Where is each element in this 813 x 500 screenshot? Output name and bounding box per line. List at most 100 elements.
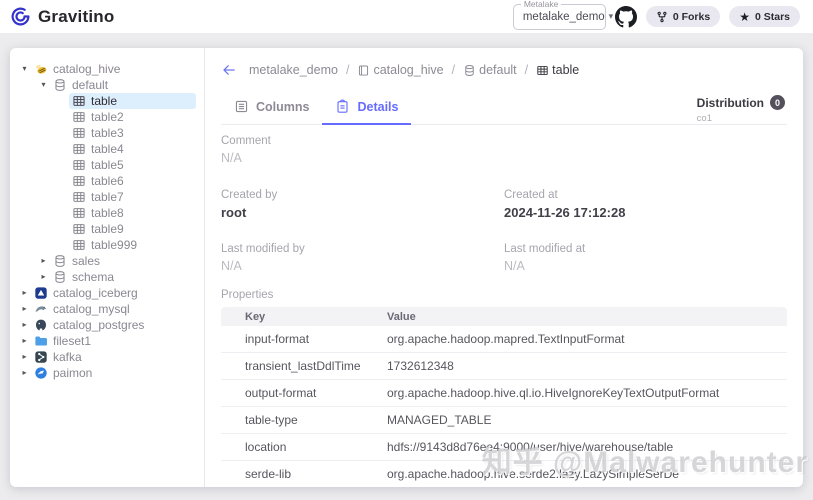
breadcrumb-label: table: [552, 63, 580, 77]
tree-item-catalog_mysql[interactable]: ▸ catalog_mysql: [10, 301, 204, 317]
breadcrumb: metalake_demo / catalog_hive / default / table: [221, 60, 787, 80]
tree-item-body: kafka: [31, 349, 88, 365]
breadcrumb-item-table[interactable]: table: [536, 63, 579, 77]
property-key: location: [245, 440, 287, 454]
tree-item-catalog_iceberg[interactable]: ▸ catalog_iceberg: [10, 285, 204, 301]
tree-item-table3[interactable]: table3: [10, 125, 204, 141]
properties-header-row: Key Value: [221, 307, 787, 326]
tree-item-body: catalog_hive: [31, 61, 126, 77]
tree-item-label: table: [91, 94, 118, 108]
tree-item-kafka[interactable]: ▸ kafka: [10, 349, 204, 365]
tree-item-body: table4: [69, 141, 130, 157]
tree-item-table6[interactable]: table6: [10, 173, 204, 189]
tree-item-body: table8: [69, 205, 130, 221]
tree-item-body: table5: [69, 157, 130, 173]
chevron-down-icon: ▾: [608, 11, 614, 21]
tree-item-label: table999: [91, 238, 138, 252]
main-panel: metalake_demo / catalog_hive / default / table…: [205, 48, 803, 487]
expanded-arrow-icon[interactable]: ▾: [18, 65, 31, 73]
tree-item-body: sales: [50, 253, 106, 269]
tree-item-sales[interactable]: ▸ sales: [10, 253, 204, 269]
table-icon: [72, 158, 86, 172]
star-icon: ★: [739, 9, 750, 24]
properties-key-header: Key: [245, 310, 266, 323]
collapsed-arrow-icon[interactable]: ▸: [18, 321, 31, 329]
breadcrumb-separator: /: [345, 63, 350, 77]
hive-icon: [34, 62, 48, 76]
postgres-icon: [34, 318, 48, 332]
created-at-label: Created at: [504, 189, 558, 201]
tree-item-fileset1[interactable]: ▸ fileset1: [10, 333, 204, 349]
tree-item-catalog_hive[interactable]: ▾ catalog_hive: [10, 61, 204, 77]
created-at-value: 2024-11-26 17:12:28: [504, 205, 626, 220]
table-icon: [72, 142, 86, 156]
breadcrumb-item-catalog_hive[interactable]: catalog_hive: [357, 63, 444, 77]
breadcrumb-item-default[interactable]: default: [463, 63, 517, 77]
tree-item-table[interactable]: table: [10, 93, 204, 109]
breadcrumb-item-metalake_demo[interactable]: metalake_demo: [249, 63, 338, 77]
tree-item-table9[interactable]: table9: [10, 221, 204, 237]
properties-label: Properties: [221, 289, 274, 301]
tree-item-body: fileset1: [31, 333, 97, 349]
tree-item-label: fileset1: [53, 334, 92, 348]
details-tab-icon: [335, 99, 350, 114]
tree-item-paimon[interactable]: ▸ paimon: [10, 365, 204, 381]
created-by-value: root: [221, 205, 247, 220]
tree-item-table999[interactable]: table999: [10, 237, 204, 253]
github-link[interactable]: [614, 5, 637, 28]
collapsed-arrow-icon[interactable]: ▸: [18, 305, 31, 313]
gravitino-logo-icon: [10, 6, 31, 27]
tree-item-catalog_postgres[interactable]: ▸ catalog_postgres: [10, 317, 204, 333]
stars-count: 0 Stars: [754, 10, 790, 23]
tree-item-table2[interactable]: table2: [10, 109, 204, 125]
tree-item-label: table8: [91, 206, 124, 220]
tree-item-default[interactable]: ▾ default: [10, 77, 204, 93]
tab-columns[interactable]: Columns: [221, 94, 322, 125]
tree-item-table4[interactable]: table4: [10, 141, 204, 157]
distribution-detail: co1: [696, 113, 712, 124]
tree-item-body: catalog_iceberg: [31, 285, 144, 301]
metalake-select[interactable]: Metalake metalake_demo ▾: [512, 0, 613, 30]
comment-field: Comment N/A: [221, 135, 787, 165]
tab-details[interactable]: Details: [322, 94, 412, 125]
tree-item-body: catalog_postgres: [31, 317, 150, 333]
collapsed-arrow-icon[interactable]: ▸: [37, 273, 50, 281]
property-key: input-format: [245, 332, 310, 346]
stars-badge[interactable]: ★ 0 Stars: [729, 6, 800, 27]
tree-item-label: table7: [91, 190, 124, 204]
forks-badge[interactable]: 0 Forks: [645, 6, 721, 27]
expanded-arrow-icon[interactable]: ▾: [37, 81, 50, 89]
kafka-icon: [34, 350, 48, 364]
created-by-field: Created by root: [221, 189, 504, 220]
tree-item-table7[interactable]: table7: [10, 189, 204, 205]
tree-item-label: catalog_iceberg: [53, 286, 138, 300]
breadcrumb-label: catalog_hive: [373, 63, 444, 77]
breadcrumb-separator: /: [451, 63, 456, 77]
table-icon: [72, 190, 86, 204]
app-name: Gravitino: [38, 6, 115, 26]
github-icon: [614, 5, 637, 28]
collapsed-arrow-icon[interactable]: ▸: [18, 337, 31, 345]
tree-item-table8[interactable]: table8: [10, 205, 204, 221]
collapsed-arrow-icon[interactable]: ▸: [18, 369, 31, 377]
tree-item-label: table4: [91, 142, 124, 156]
collapsed-arrow-icon[interactable]: ▸: [37, 257, 50, 265]
app-logo[interactable]: Gravitino: [10, 6, 114, 27]
last-modified-by-label: Last modified by: [221, 243, 305, 255]
properties-value-header: Value: [387, 310, 416, 323]
tree-item-schema[interactable]: ▸ schema: [10, 269, 204, 285]
tree-item-body: paimon: [31, 365, 98, 381]
tree-item-body: schema: [50, 269, 120, 285]
property-row-input-format: input-format org.apache.hadoop.mapred.Tex…: [221, 326, 787, 353]
collapsed-arrow-icon[interactable]: ▸: [18, 353, 31, 361]
tree-item-label: catalog_postgres: [53, 318, 145, 332]
folder-icon: [34, 334, 48, 348]
database-icon: [53, 78, 67, 92]
tree-item-label: default: [72, 78, 109, 92]
tree-item-table5[interactable]: table5: [10, 157, 204, 173]
tree-item-body: table2: [69, 109, 130, 125]
table-icon: [72, 174, 86, 188]
back-arrow-button[interactable]: [221, 62, 237, 78]
collapsed-arrow-icon[interactable]: ▸: [18, 289, 31, 297]
last-modified-at-label: Last modified at: [504, 243, 586, 255]
